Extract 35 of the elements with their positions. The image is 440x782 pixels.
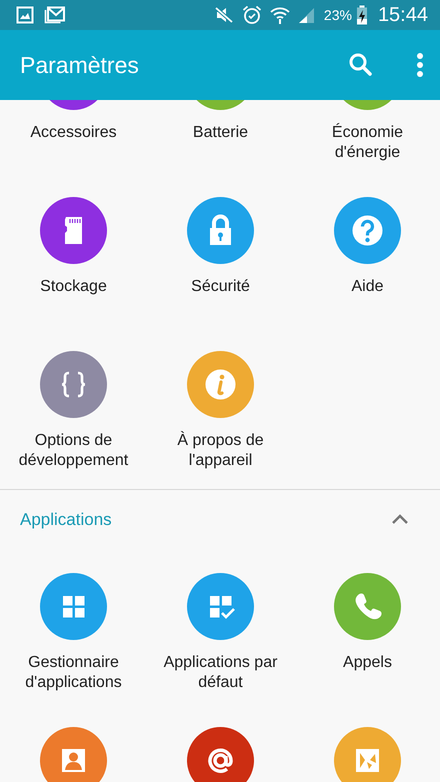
phone-icon[interactable] bbox=[334, 573, 401, 640]
section-header: Applications bbox=[20, 510, 112, 530]
contact-icon[interactable] bbox=[40, 727, 107, 782]
setting-label[interactable]: Stockage bbox=[40, 277, 107, 297]
setting-label[interactable]: Appels bbox=[343, 653, 392, 673]
mail-icon bbox=[44, 6, 66, 24]
setting-label[interactable]: Gestionnaire d'applications bbox=[4, 653, 144, 693]
sd-card-icon[interactable] bbox=[40, 197, 107, 264]
signal-icon bbox=[298, 6, 316, 24]
search-icon[interactable] bbox=[348, 52, 374, 78]
gallery-icon bbox=[16, 6, 34, 24]
alarm-icon bbox=[242, 5, 262, 25]
grid-check-icon[interactable] bbox=[187, 573, 254, 640]
setting-label[interactable]: Options de développement bbox=[4, 431, 144, 471]
setting-label[interactable]: Batterie bbox=[192, 123, 248, 143]
setting-label[interactable]: Aide bbox=[351, 277, 384, 297]
info-icon[interactable] bbox=[187, 351, 254, 418]
battery-percentage: 23% bbox=[324, 7, 352, 23]
setting-label[interactable]: À propos de l'appareil bbox=[150, 431, 290, 471]
setting-label[interactable]: Accessoires bbox=[30, 123, 117, 143]
lock-icon[interactable] bbox=[187, 197, 254, 264]
screen-title: Paramètres bbox=[20, 52, 139, 78]
braces-icon[interactable] bbox=[40, 351, 107, 418]
at-sign-icon[interactable] bbox=[187, 727, 254, 782]
question-icon[interactable] bbox=[334, 197, 401, 264]
battery-icon bbox=[356, 5, 368, 25]
setting-label[interactable]: Applications par défaut bbox=[150, 653, 290, 693]
grid-icon[interactable] bbox=[40, 573, 107, 640]
wifi-icon bbox=[270, 5, 290, 25]
wallpaper-icon[interactable] bbox=[334, 727, 401, 782]
more-options-icon[interactable] bbox=[416, 52, 424, 78]
mute-icon bbox=[214, 6, 234, 24]
setting-label[interactable]: Économie d'énergie bbox=[298, 123, 438, 163]
clock: 15:44 bbox=[378, 4, 428, 26]
setting-label[interactable]: Sécurité bbox=[191, 277, 250, 297]
